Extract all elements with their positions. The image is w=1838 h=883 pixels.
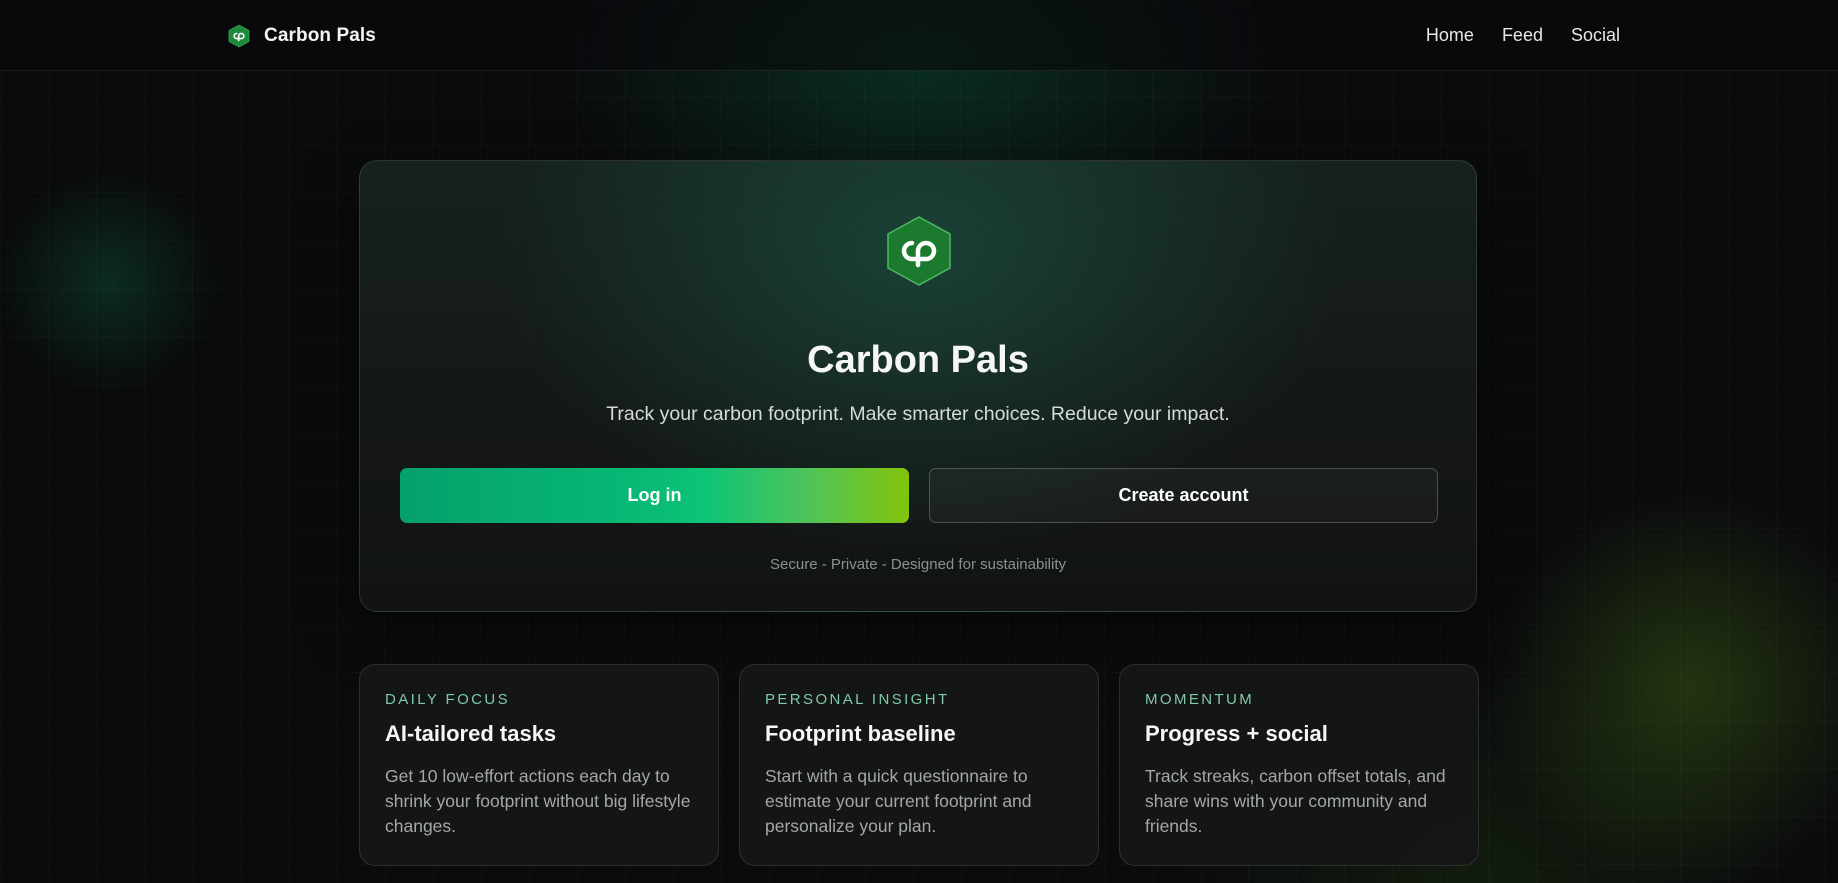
brand-name: Carbon Pals: [264, 25, 376, 46]
main-nav: Home Feed Social: [1426, 25, 1620, 46]
feature-kicker: DAILY FOCUS: [385, 691, 511, 708]
nav-item-social[interactable]: Social: [1571, 25, 1620, 46]
hero-footnote: Secure - Private - Designed for sustaina…: [770, 556, 1066, 573]
feature-card-personal-insight: PERSONAL INSIGHT Footprint baseline Star…: [739, 664, 1099, 866]
feature-title: Footprint baseline: [765, 721, 956, 746]
top-header: Carbon Pals Home Feed Social: [0, 0, 1838, 71]
carbon-pals-logo-icon: [887, 216, 951, 286]
hero-card: Carbon Pals Track your carbon footprint.…: [359, 160, 1477, 612]
login-button[interactable]: Log in: [400, 468, 909, 523]
brand-home-link[interactable]: Carbon Pals: [228, 24, 376, 48]
nav-item-home[interactable]: Home: [1426, 25, 1474, 46]
feature-title: Progress + social: [1145, 721, 1328, 746]
feature-body: Get 10 low-effort actions each day to sh…: [385, 766, 691, 836]
create-account-button[interactable]: Create account: [929, 468, 1438, 523]
feature-title: AI-tailored tasks: [385, 721, 557, 746]
hero-title: Carbon Pals: [807, 339, 1029, 381]
nav-item-feed[interactable]: Feed: [1502, 25, 1543, 46]
landing-page: Carbon Pals Home Feed Social Carbon Pals…: [0, 0, 1838, 883]
feature-body: Track streaks, carbon offset totals, and…: [1145, 766, 1446, 836]
feature-card-daily-focus: DAILY FOCUS AI-tailored tasks Get 10 low…: [359, 664, 719, 866]
feature-card-momentum: MOMENTUM Progress + social Track streaks…: [1119, 664, 1479, 866]
feature-cards: DAILY FOCUS AI-tailored tasks Get 10 low…: [359, 664, 1479, 866]
carbon-pals-logo-icon: [228, 24, 250, 48]
feature-body: Start with a quick questionnaire to esti…: [765, 766, 1032, 836]
feature-kicker: PERSONAL INSIGHT: [765, 691, 950, 708]
feature-kicker: MOMENTUM: [1145, 691, 1255, 708]
hero-subtitle: Track your carbon footprint. Make smarte…: [606, 403, 1230, 425]
